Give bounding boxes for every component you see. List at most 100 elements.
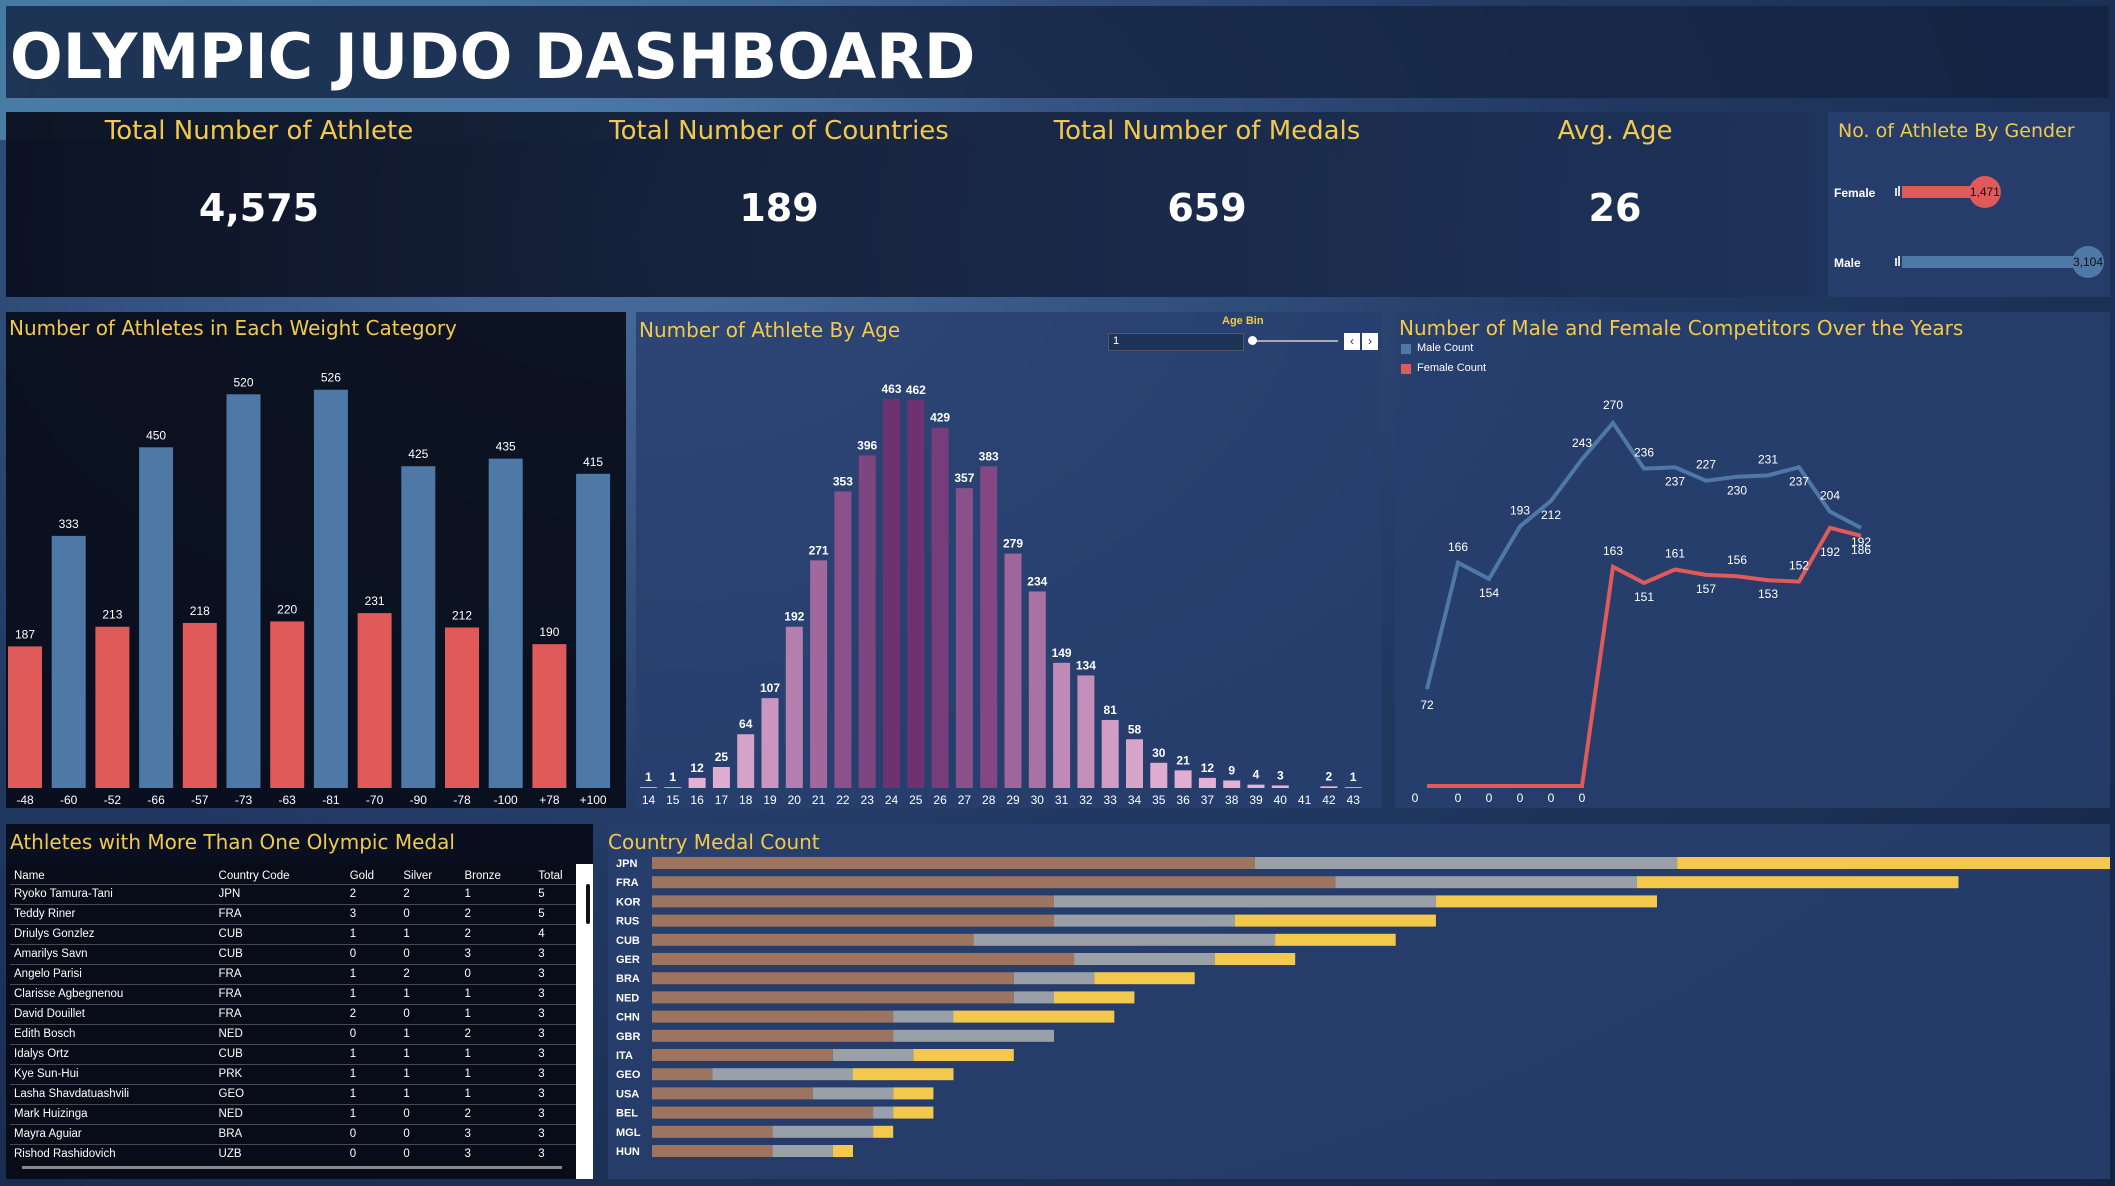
country-tick-label: KOR <box>616 896 641 908</box>
age-tick-label: 38 <box>1225 793 1239 807</box>
age-tick-label: 14 <box>642 793 656 807</box>
table-cell: Angelo Parisi <box>10 963 215 984</box>
table-cell: 1 <box>345 1103 400 1124</box>
gender-bar <box>1902 256 2098 268</box>
table-cell: Ryoko Tamura-Tani <box>10 883 215 904</box>
age-tick-label: 24 <box>885 793 899 807</box>
table-row[interactable]: Amarilys Savn CUB 0 0 3 3 <box>10 943 576 964</box>
weight-tick-label: -60 <box>60 793 78 807</box>
age-bar <box>931 427 949 788</box>
age-bar <box>980 466 998 788</box>
line-data-label: 156 <box>1727 553 1747 567</box>
table-cell: 3 <box>534 1103 576 1124</box>
age-bar <box>1028 591 1046 788</box>
table-row[interactable]: Mark Huizinga NED 1 0 2 3 <box>10 1103 576 1124</box>
age-data-label: 462 <box>906 383 926 397</box>
table-scroll-area[interactable]: Name Country Code Gold Silver Bronze Total Ry… <box>6 864 593 1179</box>
table-row[interactable]: Mayra Aguiar BRA 0 0 3 3 <box>10 1123 576 1144</box>
column-header[interactable]: Total <box>534 868 576 884</box>
table-cell: Driulys Gonzlez <box>10 923 215 944</box>
gender-value: 3,104 <box>2073 255 2103 269</box>
table-row[interactable]: Clarisse Agbegnenou FRA 1 1 1 3 <box>10 983 576 1004</box>
age-bar <box>1198 777 1216 788</box>
age-tick-label: 41 <box>1298 793 1312 807</box>
age-tick-label: 36 <box>1176 793 1190 807</box>
table-row[interactable]: Kye Sun-Hui PRK 1 1 1 3 <box>10 1063 576 1084</box>
medal-bar-silver <box>873 1106 894 1119</box>
medal-bar-gold <box>832 1145 853 1157</box>
column-header[interactable]: Name <box>10 868 215 884</box>
weight-data-label: 415 <box>583 455 603 469</box>
age-data-label: 463 <box>881 382 901 396</box>
age-data-label: 2 <box>1326 769 1333 783</box>
medal-bar-bronze <box>652 1145 773 1157</box>
table-cell: 3 <box>460 943 535 964</box>
table-cell: 1 <box>460 1083 535 1104</box>
table-cell: 1 <box>460 1043 535 1064</box>
years-chart: 72 166 154 193 212 243 270 236 237 227 230 231 237 20… <box>1412 398 1872 805</box>
table-row[interactable]: Teddy Riner FRA 3 0 2 5 <box>10 903 576 924</box>
table-cell: 0 <box>460 963 535 984</box>
age-tick-label: 35 <box>1152 793 1166 807</box>
age-tick-label: 26 <box>933 793 947 807</box>
weight-bar <box>401 466 436 788</box>
age-bar <box>1101 719 1119 788</box>
medal-bar-gold <box>1677 857 2110 869</box>
age-bar <box>1126 739 1143 788</box>
horizontal-scrollbar[interactable] <box>22 1166 562 1169</box>
table-row[interactable]: Lasha Shavdatuashvili GEO 1 1 1 3 <box>10 1083 576 1104</box>
country-tick-label: FRA <box>616 877 639 889</box>
medal-bar-silver <box>893 1029 1054 1042</box>
weight-bar <box>445 627 479 788</box>
column-header[interactable]: Country Code <box>215 868 346 884</box>
kpi-value: 189 <box>739 186 819 230</box>
table-row[interactable]: Idalys Ortz CUB 1 1 1 3 <box>10 1043 576 1064</box>
column-header[interactable]: Bronze <box>460 868 534 884</box>
table-cell: GEO <box>214 1083 346 1104</box>
column-header[interactable]: Gold <box>346 868 400 884</box>
table-cell: CUB <box>214 943 346 964</box>
line-data-label: 204 <box>1820 489 1840 503</box>
table-row[interactable]: Angelo Parisi FRA 1 2 0 3 <box>10 963 576 984</box>
age-bar <box>640 787 657 788</box>
line-data-label: 0 <box>1486 791 1493 805</box>
weight-bar <box>357 613 392 788</box>
table-cell: Amarilys Savn <box>10 943 215 964</box>
table-cell: Clarisse Agbegnenou <box>10 983 215 1004</box>
age-bar <box>955 488 973 788</box>
medal-bar-silver <box>893 1010 954 1023</box>
bar-chart-icon <box>1898 186 1900 196</box>
medal-bar-silver <box>973 933 1276 946</box>
table-cell: 1 <box>345 1043 400 1064</box>
age-data-label: 12 <box>690 761 704 775</box>
table-cell: 1 <box>460 883 535 904</box>
medal-bar-silver <box>1255 857 1678 869</box>
weight-data-label: 213 <box>102 608 122 622</box>
kpi-value: 659 <box>1167 186 1247 230</box>
weight-tick-label: -63 <box>279 793 297 807</box>
age-tick-label: 15 <box>666 793 680 807</box>
age-bar <box>1344 787 1362 788</box>
line-data-label: 72 <box>1420 698 1434 712</box>
line-data-label: 0 <box>1455 791 1462 805</box>
medal-bar-silver <box>1074 953 1215 965</box>
age-data-label: 134 <box>1076 658 1096 672</box>
age-data-label: 1 <box>1350 770 1357 784</box>
age-tick-label: 31 <box>1055 793 1069 807</box>
age-tick-label: 27 <box>958 793 972 807</box>
medal-bar-silver <box>772 1145 833 1157</box>
table-row[interactable]: Edith Bosch NED 0 1 2 3 <box>10 1023 576 1044</box>
age-bar <box>883 399 900 788</box>
column-header[interactable]: Silver <box>399 868 460 884</box>
table-row[interactable]: David Douillet FRA 2 0 1 3 <box>10 1003 576 1024</box>
table-row[interactable]: Ryoko Tamura-Tani JPN 2 2 1 5 <box>10 883 576 904</box>
weight-data-label: 220 <box>277 602 297 616</box>
medal-bar-bronze <box>652 1049 833 1061</box>
table-row[interactable]: Rishod Rashidovich UZB 0 0 3 3 <box>10 1143 576 1164</box>
vertical-scrollbar[interactable] <box>586 884 590 924</box>
table-cell: 1 <box>399 1043 461 1064</box>
table-cell: 0 <box>399 943 461 964</box>
weight-bar <box>139 447 174 788</box>
table-row[interactable]: Driulys Gonzlez CUB 1 1 2 4 <box>10 923 576 944</box>
table-cell: 4 <box>534 923 576 944</box>
